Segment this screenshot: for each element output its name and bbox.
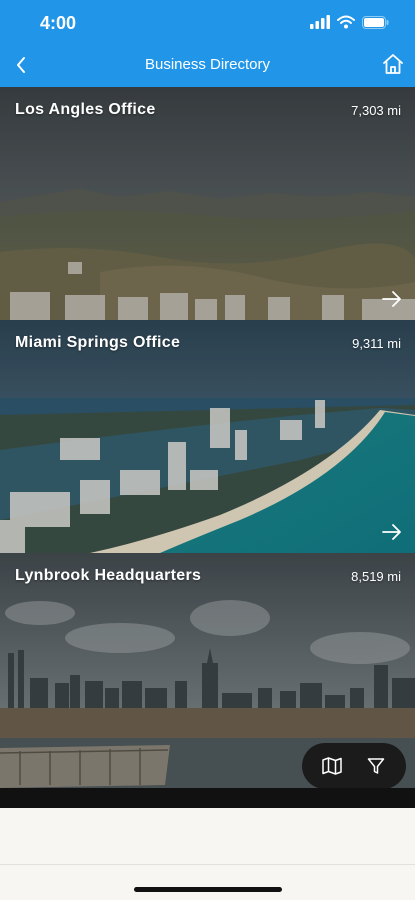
- office-photo-los-angeles: [0, 87, 415, 320]
- list-end-strip: [0, 788, 415, 808]
- home-icon: [383, 54, 403, 74]
- arrow-right-icon: [382, 524, 401, 540]
- office-distance: 8,519 mi: [351, 569, 401, 584]
- office-card-miami-springs[interactable]: Miami Springs Office 9,311 mi: [0, 320, 415, 553]
- office-distance: 9,311 mi: [352, 336, 401, 351]
- office-name: Lynbrook Headquarters: [15, 567, 202, 584]
- status-icons: [310, 15, 389, 29]
- filter-button[interactable]: [362, 752, 390, 780]
- home-button[interactable]: [379, 50, 407, 78]
- office-distance: 7,303 mi: [351, 103, 401, 118]
- status-time: 4:00: [40, 13, 77, 33]
- arrow-right-icon: [382, 291, 401, 307]
- office-name: Los Angles Office: [15, 101, 156, 118]
- filter-icon: [367, 758, 385, 774]
- divider: [0, 864, 415, 865]
- wifi-icon: [337, 15, 355, 29]
- home-indicator[interactable]: [134, 887, 282, 892]
- signal-icon: [310, 15, 330, 29]
- office-card-los-angeles[interactable]: Los Angles Office 7,303 mi: [0, 87, 415, 320]
- map-view-button[interactable]: [318, 752, 346, 780]
- office-photo-miami-springs: [0, 320, 415, 553]
- nav-bar: Business Directory: [0, 44, 415, 87]
- page-title: Business Directory: [144, 56, 271, 73]
- status-bar: 4:00: [0, 0, 415, 44]
- map-icon: [322, 757, 342, 775]
- office-name: Miami Springs Office: [15, 334, 181, 351]
- map-filter-toolbar: [302, 743, 406, 789]
- battery-icon: [362, 15, 389, 29]
